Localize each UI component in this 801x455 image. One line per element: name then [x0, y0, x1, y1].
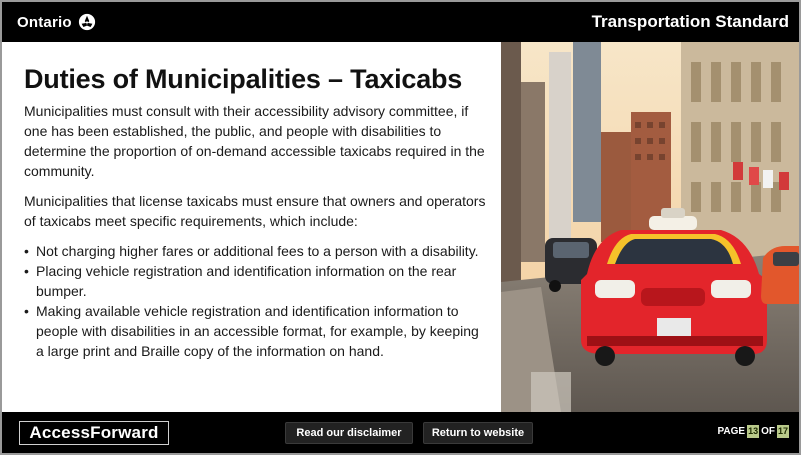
list-item-text: Not charging higher fares or additional …	[36, 243, 479, 259]
page-total: 17	[776, 425, 789, 438]
slide-frame: Ontario Transportation Standard Duties o…	[0, 0, 801, 455]
page-indicator: PAGE 13 OF 17	[717, 425, 789, 438]
page-of-label: OF	[761, 426, 775, 437]
list-item: • Not charging higher fares or additional…	[24, 243, 479, 259]
top-bar: Ontario Transportation Standard	[2, 2, 799, 42]
page-current: 13	[747, 425, 760, 438]
trillium-icon	[78, 13, 95, 31]
section-title: Transportation Standard	[591, 12, 789, 31]
city-street-taxicab-photo	[501, 42, 799, 412]
accessforward-logo[interactable]: AccessForward	[19, 421, 169, 445]
requirements-list: • Not charging higher fares or additional…	[24, 241, 489, 361]
list-item: • Making available vehicle registration a…	[24, 303, 479, 359]
main-content: Duties of Municipalities – Taxicabs Muni…	[2, 42, 501, 412]
intro-paragraph: Municipalities must consult with their a…	[24, 103, 485, 179]
brand-name: Ontario	[17, 13, 72, 31]
ontario-brand: Ontario	[17, 13, 96, 31]
body-text: Municipalities must consult with their a…	[24, 101, 489, 361]
page-label: PAGE	[717, 426, 746, 437]
return-to-website-button[interactable]: Return to website	[423, 422, 533, 444]
requirements-paragraph: Municipalities that license taxicabs mus…	[24, 193, 486, 229]
list-item: • Placing vehicle registration and identi…	[24, 263, 457, 299]
read-disclaimer-button[interactable]: Read our disclaimer	[285, 422, 413, 444]
page-title: Duties of Municipalities – Taxicabs	[24, 64, 463, 94]
list-item-text: Placing vehicle registration and identif…	[36, 263, 457, 299]
taxicab-illustration	[501, 42, 799, 412]
list-item-text: Making available vehicle registration an…	[36, 303, 479, 359]
bottom-bar: AccessForward Read our disclaimer Return…	[2, 412, 799, 453]
